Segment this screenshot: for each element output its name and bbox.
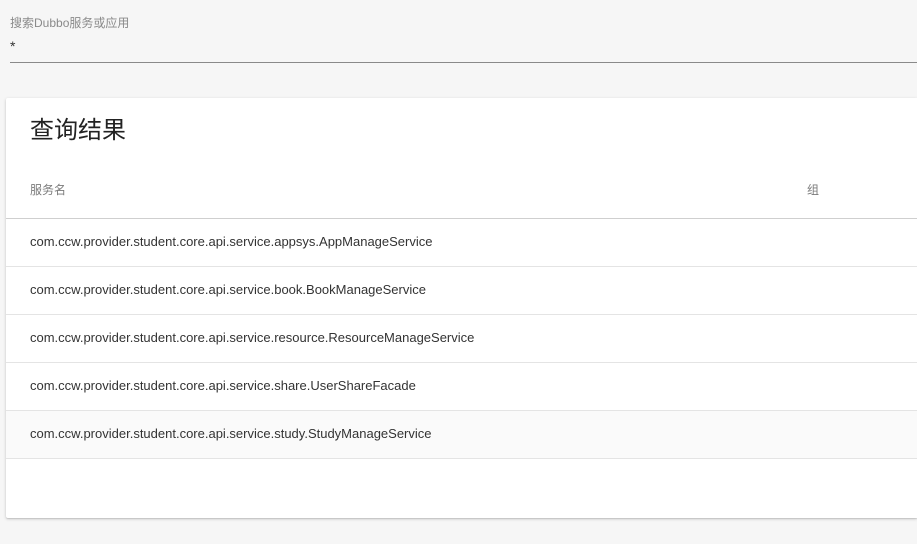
results-title: 查询结果 xyxy=(30,117,126,144)
service-name-cell[interactable]: com.ccw.provider.student.core.api.servic… xyxy=(30,363,416,410)
table-header: 服务名 组 xyxy=(6,170,917,219)
table-row[interactable]: com.ccw.provider.student.core.api.servic… xyxy=(6,363,917,411)
service-name-cell[interactable]: com.ccw.provider.student.core.api.servic… xyxy=(30,219,432,266)
service-name-cell[interactable]: com.ccw.provider.student.core.api.servic… xyxy=(30,315,474,362)
results-table-body: com.ccw.provider.student.core.api.servic… xyxy=(6,219,917,459)
search-input[interactable] xyxy=(10,36,890,56)
search-label: 搜索Dubbo服务或应用 xyxy=(10,16,130,30)
table-row[interactable]: com.ccw.provider.student.core.api.servic… xyxy=(6,411,917,459)
column-header-service[interactable]: 服务名 xyxy=(30,170,66,218)
table-row[interactable]: com.ccw.provider.student.core.api.servic… xyxy=(6,267,917,315)
search-field[interactable]: 搜索Dubbo服务或应用 xyxy=(10,14,917,63)
column-header-group[interactable]: 组 xyxy=(807,170,819,218)
table-row[interactable]: com.ccw.provider.student.core.api.servic… xyxy=(6,219,917,267)
results-card: 查询结果 服务名 组 com.ccw.provider.student.core… xyxy=(6,98,917,518)
service-name-cell[interactable]: com.ccw.provider.student.core.api.servic… xyxy=(30,267,426,314)
service-name-cell[interactable]: com.ccw.provider.student.core.api.servic… xyxy=(30,411,432,458)
table-row[interactable]: com.ccw.provider.student.core.api.servic… xyxy=(6,315,917,363)
